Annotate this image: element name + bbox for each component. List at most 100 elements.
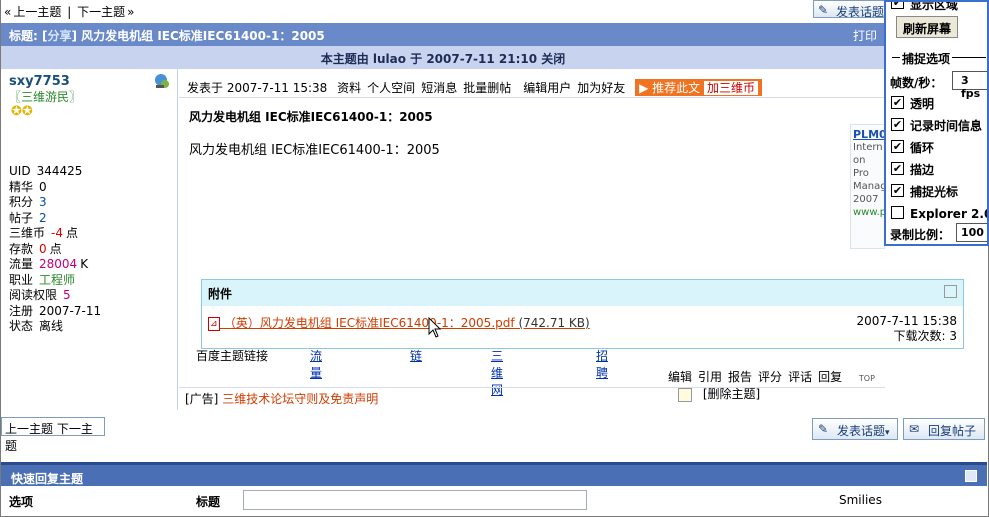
side-ad[interactable]: PLM0 Intern on Pro Manag 2007 www.p	[850, 124, 885, 249]
recommend-button[interactable]: ▶ 推荐此文 加三维币	[635, 79, 762, 96]
post-link-2[interactable]: 短消息	[421, 81, 457, 95]
stat-5: 存款 0 点	[9, 242, 62, 258]
top-icon[interactable]: TOP	[859, 374, 875, 383]
stat-value: 离线	[39, 319, 64, 333]
collapse-icon[interactable]	[944, 285, 957, 298]
post-topic-button[interactable]: ✎ 发表话题▾	[812, 418, 898, 440]
baidu-link-3[interactable]: 三维网	[491, 347, 503, 398]
attachment-info: 2007-7-11 15:38 下载次数: 3	[857, 314, 958, 344]
capture-option-checkbox-1[interactable]: ✔	[891, 118, 904, 131]
action-3[interactable]: 评分	[758, 370, 782, 384]
stat-label: 三维币	[9, 226, 46, 240]
attachment-header: 附件	[202, 280, 963, 306]
edit-icon: ✎	[818, 422, 829, 436]
capture-option-label-4: 捕捉光标	[910, 185, 959, 199]
show-region-checkbox[interactable]: ✔	[891, 2, 904, 9]
print-link[interactable]: 打印	[853, 27, 877, 44]
ad-line-5: www.p	[853, 207, 885, 218]
stat-6: 流量 28004 K	[9, 257, 88, 273]
post-link-3[interactable]: 批量删帖	[463, 81, 511, 95]
post-date: 发表于 2007-7-11 15:38	[187, 81, 328, 95]
stat-value: 5	[63, 288, 71, 302]
bottom-prev-topic[interactable]: 上一主题	[5, 422, 53, 436]
edit-icon: ✎	[818, 3, 829, 17]
prev-arrow: «	[4, 5, 12, 19]
capture-option-checkbox-0[interactable]: ✔	[891, 96, 904, 109]
stat-10: 状态 离线	[9, 319, 63, 335]
post-actions: 编辑 引用 报告 评分 评话 回复 TOP [删除主题]	[668, 368, 885, 402]
post-link-0[interactable]: 资料	[337, 81, 361, 95]
ratio-input[interactable]: 100	[956, 223, 987, 242]
refresh-screen-button[interactable]: 刷新屏幕	[896, 16, 958, 38]
fps-select[interactable]: 3 fps	[952, 71, 987, 100]
ad-line-4: 2007	[853, 194, 879, 205]
post-link-5[interactable]: 加为好友	[577, 81, 625, 95]
capture-option-checkbox-3[interactable]: ✔	[891, 162, 904, 175]
stat-value: 0	[39, 179, 47, 194]
post-meta: 发表于 2007-7-11 15:38 资料 个人空间 短消息 批量删帖 编辑用户 加为好…	[187, 79, 762, 96]
baidu-link-4[interactable]: 招聘	[596, 347, 608, 381]
next-arrow: »	[127, 5, 135, 19]
attachment-file-link[interactable]: （英）风力发电机组 IEC标准IEC61400-1：2005.pdf	[224, 316, 515, 330]
pdf-icon: ⊿	[208, 316, 220, 331]
action-1[interactable]: 引用	[698, 370, 722, 384]
capture-option-checkbox-4[interactable]: ✔	[891, 184, 904, 197]
chevron-down-icon: ▾	[885, 428, 890, 438]
reply-label: 回复帖子	[928, 424, 977, 438]
ad-line-1: Intern	[853, 142, 883, 153]
prev-topic-link[interactable]: 上一主题	[13, 5, 61, 19]
post-link-4[interactable]: 编辑用户	[523, 81, 571, 95]
post-topic-button-top[interactable]: ✎ 发表话题	[813, 0, 888, 19]
action-2[interactable]: 报告	[728, 370, 752, 384]
rank-stars: ✪✪	[11, 104, 33, 119]
nav-separator: |	[67, 5, 72, 19]
user-info-column: sxy7753 〖三维游民〗 ✪✪ UID 344425 精华 0 积分 3 帖子 2 三维币 -…	[1, 69, 178, 410]
ratio-label: 录制比例：	[890, 228, 951, 242]
baidu-link-2[interactable]: 链	[410, 347, 422, 364]
closed-notice: 本主题由 lulao 于 2007-7-11 21:10 关闭	[1, 46, 885, 69]
post-area: 发表于 2007-7-11 15:38 资料 个人空间 短消息 批量删帖 编辑用户 加为好…	[179, 69, 964, 410]
fps-label: 帧数/秒：	[890, 76, 943, 90]
subject-label: 标题	[196, 495, 221, 509]
recommend-label: 推荐此文	[652, 81, 701, 95]
stat-label: 存款	[9, 241, 34, 256]
stat-label: 积分	[9, 195, 34, 209]
post-link-1[interactable]: 个人空间	[367, 81, 415, 95]
options-label: 选项	[9, 495, 34, 509]
baidu-link-1[interactable]: 流量	[310, 347, 322, 381]
stat-7: 职业 工程师	[9, 273, 75, 289]
collapse-icon[interactable]	[965, 470, 977, 482]
reply-button[interactable]: ✉ 回复帖子	[903, 418, 985, 440]
ad-prefix: [广告]	[185, 392, 219, 406]
select-checkbox[interactable]	[678, 387, 692, 402]
capture-option-label-2: 循环	[910, 141, 935, 155]
user-group: 〖三维游民〗	[9, 90, 82, 104]
recommend-icon: ▶	[639, 81, 649, 95]
ad-line-0: PLM0	[853, 128, 885, 141]
quick-reply-title: 快速回复主题	[11, 472, 84, 486]
thread-title: ] 风力发电机组 IEC标准IEC61400-1：2005	[71, 29, 325, 43]
delete-topic-link[interactable]: [删除主题]	[703, 387, 760, 401]
next-topic-link[interactable]: 下一主题	[77, 5, 125, 19]
baidu-links: 百度主题链接 流量 链 三维网 招聘	[196, 347, 608, 397]
stat-value: 2007-7-11	[39, 303, 102, 318]
stat-3: 帖子 2	[9, 211, 47, 227]
title-prefix: 标题: [	[9, 29, 48, 43]
smilies-label: Smilies	[839, 493, 882, 507]
username-link[interactable]: sxy7753	[9, 74, 70, 89]
stat-value: 2	[39, 210, 47, 225]
action-0[interactable]: 编辑	[668, 370, 692, 384]
reply-icon: ✉	[909, 422, 920, 436]
online-status-icon	[155, 74, 169, 88]
subject-input[interactable]	[243, 490, 587, 510]
stat-value: 3	[39, 195, 47, 209]
stat-1: 精华 0	[9, 180, 47, 196]
action-5[interactable]: 回复	[818, 370, 842, 384]
action-4[interactable]: 评话	[788, 370, 812, 384]
tag-link[interactable]: 分享	[47, 29, 71, 43]
ad-link[interactable]: 三维技术论坛守则及免责声明	[222, 392, 378, 406]
capture-option-checkbox-5[interactable]	[891, 206, 904, 219]
attachment-box: 附件 ⊿ （英）风力发电机组 IEC标准IEC61400-1：2005.pdf …	[201, 279, 964, 349]
ad-line-2: on Pro	[853, 155, 869, 179]
capture-option-checkbox-2[interactable]: ✔	[891, 140, 904, 153]
